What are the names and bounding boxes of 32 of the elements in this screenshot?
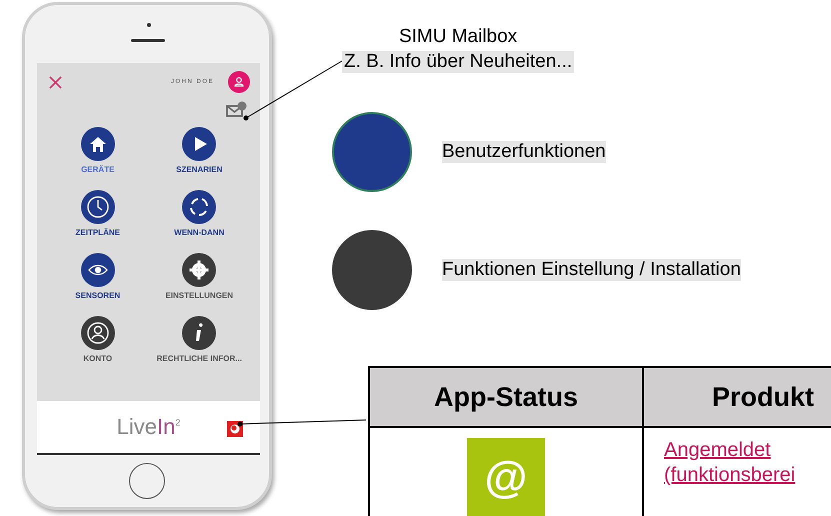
info-icon[interactable] (182, 316, 216, 350)
menu-item[interactable]: SENSOREN (75, 291, 120, 300)
phone-speaker (131, 39, 165, 42)
column-header: App-Status (369, 367, 643, 427)
menu-item[interactable]: GERÄTE (81, 165, 114, 174)
arrows-circle-icon[interactable] (182, 190, 216, 224)
status-badge: @ (467, 438, 545, 516)
menu-item[interactable]: KONTO (83, 354, 112, 363)
status-icon[interactable] (227, 421, 243, 437)
mailbox-title: SIMU Mailbox (398, 26, 518, 48)
play-icon[interactable] (182, 127, 216, 161)
menu-item[interactable]: SZENARIEN (176, 165, 222, 174)
avatar-icon[interactable] (228, 71, 250, 93)
eye-icon[interactable] (80, 253, 115, 287)
mail-icon[interactable] (226, 101, 248, 117)
menu-item[interactable]: ZEITPLÄNE (76, 228, 120, 237)
mailbox-description: Z. B. Info über Neuheiten... (342, 51, 574, 73)
legend-label: Funktionen Einstellung / Installation (442, 259, 741, 281)
status-link[interactable]: Angemeldet (664, 438, 831, 463)
close-icon[interactable] (49, 76, 62, 88)
clock-icon[interactable] (80, 190, 115, 224)
phone-camera (147, 23, 151, 27)
menu-item[interactable]: WENN-DANN (174, 228, 224, 237)
status-link[interactable]: (funktionsberei (664, 463, 831, 488)
app-logo: LiveIn$^{2}$ (116, 414, 180, 440)
menu-item[interactable]: EINSTELLUNGEN (165, 291, 234, 300)
menu-item[interactable]: RECHTLICHE INFOR... (156, 354, 242, 363)
home-button[interactable] (129, 463, 165, 499)
legend-label: Benutzerfunktionen (442, 141, 606, 163)
column-header: Produkt (643, 367, 831, 427)
home-icon[interactable] (80, 127, 115, 161)
person-icon[interactable] (80, 316, 115, 350)
